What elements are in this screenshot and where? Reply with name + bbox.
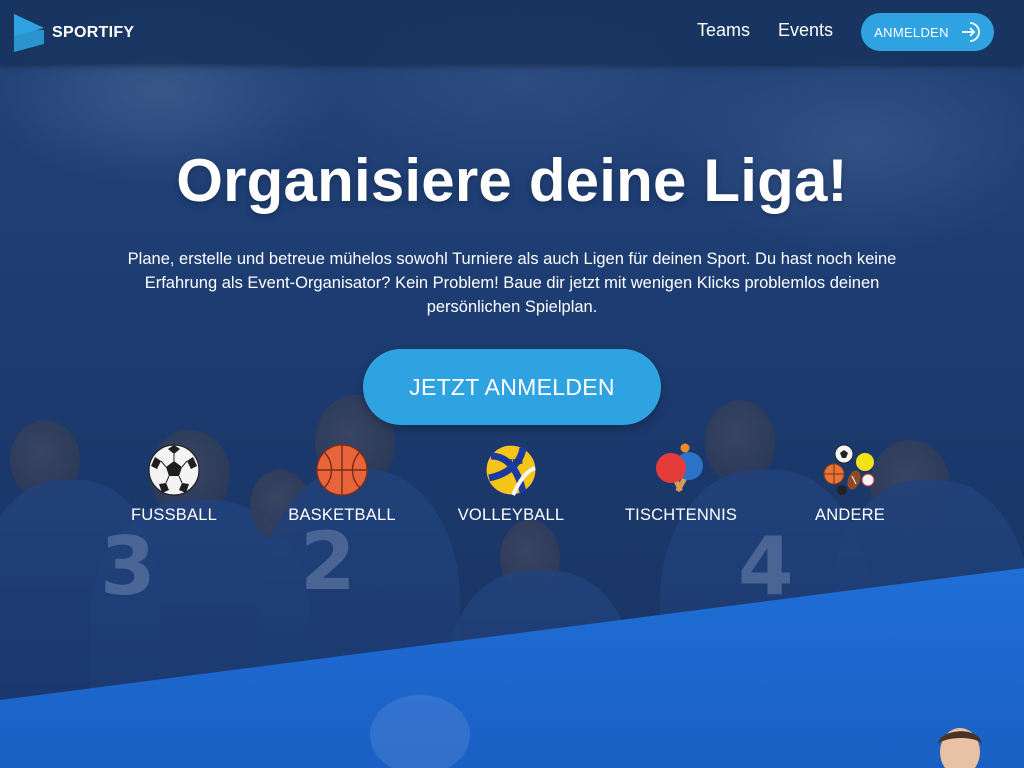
top-navbar: SPORTIFY Teams Events ANMELDEN (0, 0, 1024, 64)
signup-now-button[interactable]: JETZT ANMELDEN (363, 349, 661, 425)
sport-label: TISCHTENNIS (624, 506, 738, 524)
table-tennis-icon (656, 443, 703, 492)
sport-label: BASKETBALL (288, 506, 396, 524)
brand-home-link[interactable]: SPORTIFY (14, 14, 134, 52)
brand-name: SPORTIFY (52, 24, 135, 41)
sportify-logo-icon (14, 14, 44, 52)
login-button[interactable]: ANMELDEN (861, 13, 994, 51)
nav-link-teams[interactable]: Teams (697, 20, 750, 41)
sport-label: VOLLEYBALL (457, 506, 565, 524)
svg-text:FIVB: FIVB (505, 458, 523, 466)
sport-label: FUSSBALL (131, 506, 217, 524)
sport-item-tischtennis[interactable]: TISCHTENNIS (616, 442, 746, 525)
soccer-ball-icon (148, 444, 200, 496)
login-button-label: ANMELDEN (874, 24, 949, 40)
nav-link-events[interactable]: Events (778, 20, 833, 41)
login-arrow-icon (961, 22, 980, 42)
hero-description: Plane, erstelle und betreue mühelos sowo… (127, 250, 897, 316)
sport-item-fussball[interactable]: FUSSBALL (109, 442, 239, 525)
sport-item-basketball[interactable]: BASKETBALL (277, 442, 407, 525)
various-balls-icon (823, 444, 875, 495)
sport-item-andere[interactable]: ANDERE (785, 442, 915, 525)
sport-item-volleyball[interactable]: FIVB VOLLEYBALL (446, 442, 576, 525)
hero-title: Organisiere deine Liga! (176, 147, 848, 214)
sport-label: ANDERE (815, 506, 885, 524)
volleyball-icon: FIVB (485, 444, 537, 496)
person-photo (938, 728, 982, 768)
basketball-icon (316, 444, 368, 496)
